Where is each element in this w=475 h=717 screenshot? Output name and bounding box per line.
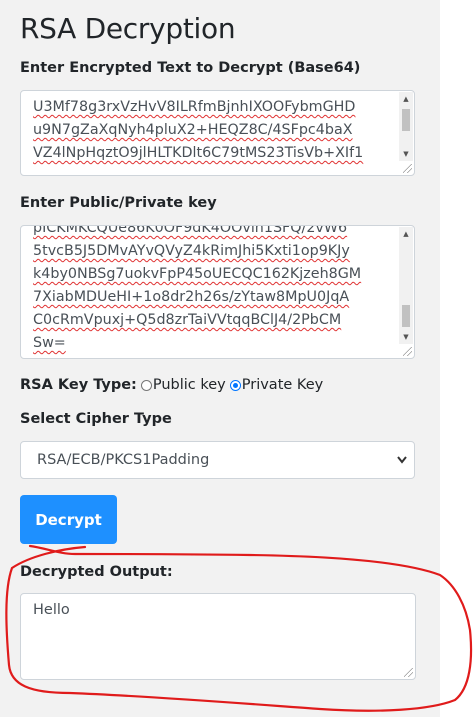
encrypted-line: U3Mf78g3rxVzHvV8ILRfmBjnhIXOOFybmGHD: [33, 99, 356, 115]
key-scrollbar[interactable]: ▲ ▼: [399, 227, 413, 344]
encrypted-line: u9N7gZaXqNyh4pluX2+HEQZ8C/4SFpc4baX: [33, 122, 353, 138]
encrypted-text-input[interactable]: U3Mf78g3rxVzHvV8ILRfmBjnhIXOOFybmGHD u9N…: [20, 90, 415, 176]
decrypted-output-field[interactable]: Hello: [20, 593, 416, 680]
cipher-type-label: Select Cipher Type: [20, 411, 172, 427]
encrypted-text-label: Enter Encrypted Text to Decrypt (Base64): [20, 60, 361, 76]
cipher-type-value: RSA/ECB/PKCS1Padding: [37, 452, 210, 468]
resize-handle-icon[interactable]: [403, 164, 412, 173]
key-line: 5tvcB5J5DMvAYvQVyZ4kRimJhi5Kxti1op9KJy: [33, 243, 350, 259]
key-line: 7XiabMDUeHI+1o8dr2h26s/zYtaw8MpU0JqA: [33, 289, 350, 305]
key-label: Enter Public/Private key: [20, 195, 217, 211]
encrypted-scrollbar[interactable]: ▲ ▼: [399, 92, 413, 161]
public-key-radio[interactable]: [140, 379, 152, 391]
encrypted-line: VZ4lNpHqztO9jlHLTKDlt6C79tMS23TisVb+XIf1: [33, 145, 364, 161]
key-line: C0cRmVpuxj+Q5d8zrTaiVVtqqBClJ4/2PbCM: [33, 312, 342, 328]
chevron-down-icon: [396, 442, 408, 494]
resize-handle-icon[interactable]: [403, 347, 412, 356]
scroll-down-icon[interactable]: ▼: [399, 330, 413, 344]
page-title: RSA Decryption: [20, 12, 236, 45]
key-line: pICKMKCQUe86K0OF9dK4OOvin1SFQ/2vW6: [33, 225, 348, 236]
key-line: k4by0NBSg7uokvFpP45oUECQC162Kjzeh8GM: [33, 266, 362, 282]
scroll-up-icon[interactable]: ▲: [399, 92, 413, 106]
scroll-down-icon[interactable]: ▼: [399, 147, 413, 161]
key-line: Sw=: [33, 335, 66, 351]
key-input[interactable]: pICKMKCQUe86K0OF9dK4OOvin1SFQ/2vW6 5tvcB…: [20, 225, 415, 359]
decrypt-button[interactable]: Decrypt: [20, 495, 117, 544]
key-type-group: RSA Key Type: Public key Private Key: [20, 377, 323, 393]
public-key-option-label[interactable]: Public key: [153, 377, 226, 393]
scroll-up-icon[interactable]: ▲: [399, 227, 413, 241]
scroll-thumb[interactable]: [402, 305, 410, 327]
private-key-option-label[interactable]: Private Key: [242, 377, 323, 393]
private-key-radio[interactable]: [229, 379, 241, 391]
key-type-label: RSA Key Type:: [20, 377, 137, 393]
scroll-thumb[interactable]: [402, 109, 410, 131]
decrypted-output-label: Decrypted Output:: [20, 564, 173, 580]
decrypted-output-value: Hello: [33, 602, 70, 618]
resize-handle-icon[interactable]: [404, 668, 413, 677]
cipher-type-select[interactable]: RSA/ECB/PKCS1Padding: [20, 441, 415, 479]
